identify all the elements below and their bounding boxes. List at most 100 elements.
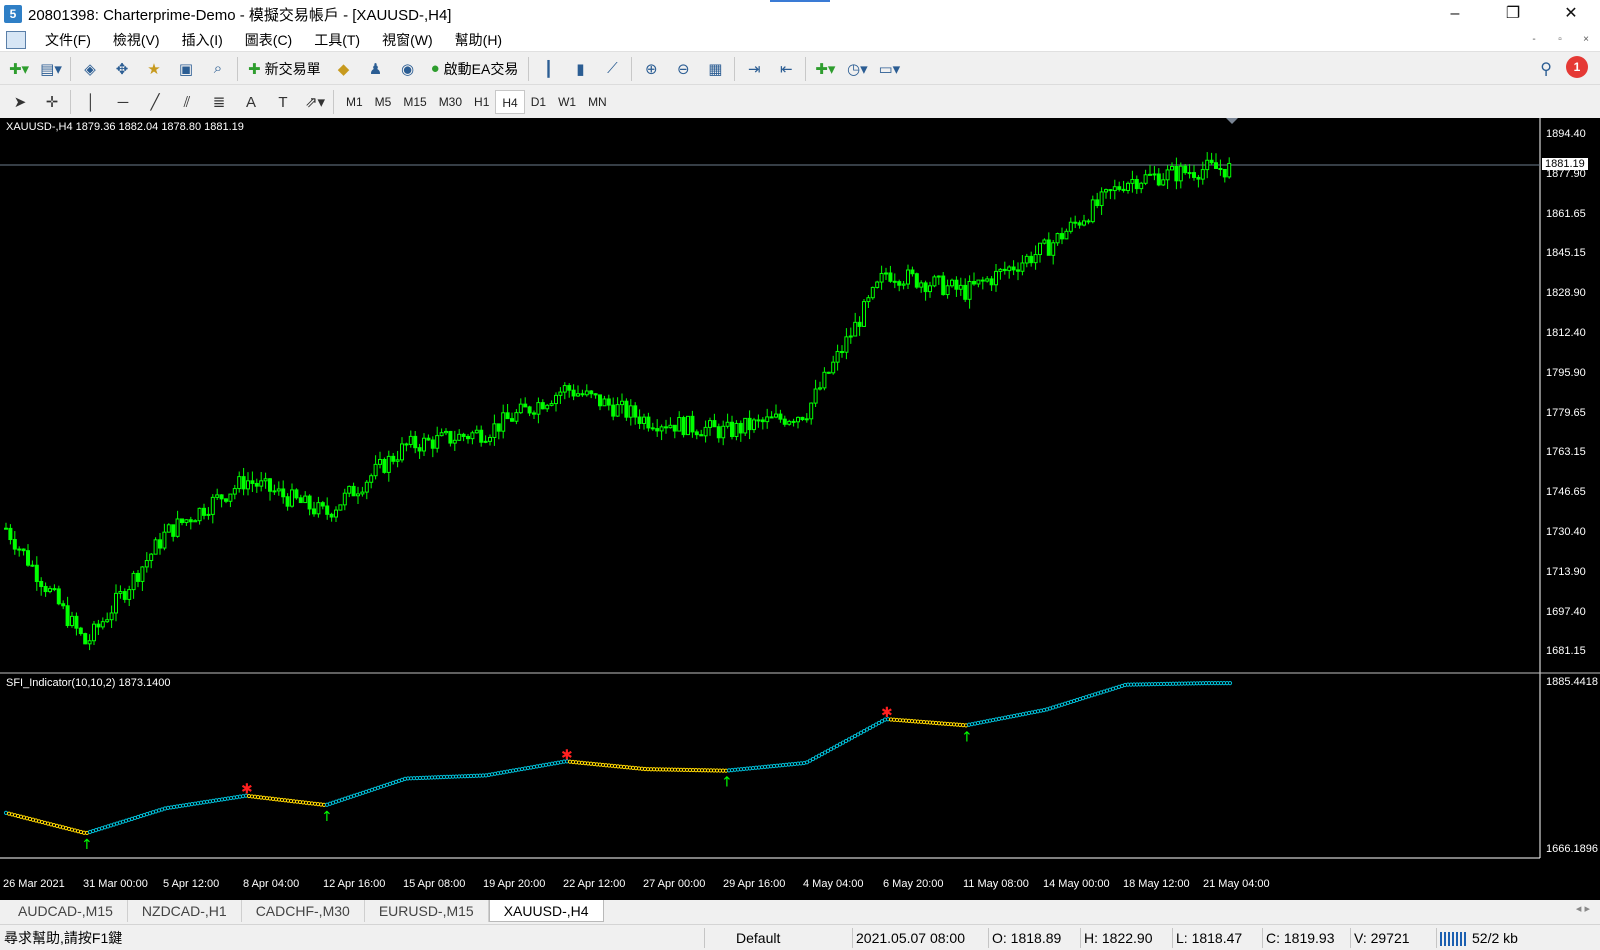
candle-body bbox=[1152, 173, 1157, 176]
metaeditor-icon[interactable]: ◆ bbox=[331, 56, 357, 82]
crosshair-icon[interactable]: ✛ bbox=[38, 93, 66, 111]
mdi-minimize-button[interactable]: - bbox=[1524, 31, 1544, 48]
candle-body bbox=[373, 463, 378, 477]
price-axis-label: 1795.90 bbox=[1546, 366, 1586, 379]
bar-chart-icon[interactable]: ┃ bbox=[535, 56, 561, 82]
chart-shift-icon[interactable]: ⇤ bbox=[773, 56, 799, 82]
mdi-close-button[interactable]: × bbox=[1576, 31, 1596, 48]
menu-file[interactable]: 文件(F) bbox=[34, 30, 102, 50]
arrows-icon[interactable]: ⇗▾ bbox=[301, 93, 329, 111]
candle-body bbox=[109, 612, 114, 621]
chart-window[interactable]: ↑ ✱ ↑ ✱ ↑ ✱ ↑ XAUUSD-,H4 1879.36 1882.04 1878.… bbox=[0, 118, 1600, 900]
timeframe-h1[interactable]: H1 bbox=[468, 90, 495, 114]
candle-body bbox=[747, 417, 752, 431]
new-chart-icon[interactable]: ✚▾ bbox=[6, 56, 32, 82]
indicators-icon[interactable]: ✚▾ bbox=[812, 56, 838, 82]
candle-body bbox=[1002, 268, 1007, 272]
zoom-out-icon[interactable]: ⊖ bbox=[670, 56, 696, 82]
timeframe-w1[interactable]: W1 bbox=[552, 90, 582, 114]
timeframe-h4[interactable]: H4 bbox=[495, 90, 525, 114]
fibonacci-icon[interactable]: ≣ bbox=[205, 93, 233, 111]
candle-body bbox=[197, 507, 202, 522]
tab-audcad[interactable]: AUDCAD-,M15 bbox=[4, 900, 128, 922]
zoom-in-icon[interactable]: ⊕ bbox=[638, 56, 664, 82]
candle-body bbox=[1095, 199, 1100, 207]
candle-body bbox=[232, 488, 237, 495]
search-icon[interactable]: ⚲ bbox=[1540, 59, 1552, 79]
signals-icon[interactable]: ♟ bbox=[363, 56, 389, 82]
date-axis-label: 19 Apr 20:00 bbox=[483, 878, 546, 890]
candle-body bbox=[664, 426, 668, 429]
data-window-icon[interactable]: ✥ bbox=[109, 56, 135, 82]
profiles-icon[interactable]: ▤▾ bbox=[38, 56, 64, 82]
terminal-icon[interactable]: ▣ bbox=[173, 56, 199, 82]
text-icon[interactable]: A bbox=[237, 94, 265, 111]
tab-cadchf[interactable]: CADCHF-,M30 bbox=[242, 900, 365, 922]
strategy-tester-icon[interactable]: ⌕ bbox=[205, 56, 231, 82]
timeframe-m5[interactable]: M5 bbox=[369, 90, 398, 114]
vertical-line-icon[interactable]: │ bbox=[77, 94, 105, 111]
date-axis-label: 18 May 12:00 bbox=[1123, 878, 1190, 890]
candle-body bbox=[813, 388, 818, 404]
timeframe-m1[interactable]: M1 bbox=[340, 90, 369, 114]
tab-nzdcad[interactable]: NZDCAD-,H1 bbox=[128, 900, 242, 922]
candle-body bbox=[985, 278, 990, 282]
status-datetime: 2021.05.07 08:00 bbox=[856, 930, 965, 946]
menu-window[interactable]: 視窗(W) bbox=[371, 30, 444, 50]
mdi-restore-button[interactable]: ▫ bbox=[1550, 31, 1570, 48]
channel-icon[interactable]: ⫽ bbox=[173, 94, 201, 111]
new-order-button[interactable]: ✚ 新交易單 bbox=[244, 56, 325, 82]
candle-body bbox=[633, 405, 638, 418]
candle-body bbox=[567, 385, 572, 391]
timeframe-d1[interactable]: D1 bbox=[525, 90, 552, 114]
timeframe-m30[interactable]: M30 bbox=[433, 90, 468, 114]
tile-windows-icon[interactable]: ▦ bbox=[702, 56, 728, 82]
candle-body bbox=[329, 513, 334, 518]
tab-scroll-arrows[interactable]: ◂ ▸ bbox=[1576, 902, 1590, 915]
candle-body bbox=[1134, 179, 1139, 190]
navigator-icon[interactable]: ★ bbox=[141, 56, 167, 82]
auto-scroll-icon[interactable]: ⇥ bbox=[741, 56, 767, 82]
candle-body bbox=[158, 539, 162, 549]
timeframe-mn[interactable]: MN bbox=[582, 90, 613, 114]
line-chart-icon[interactable]: ⟋ bbox=[599, 56, 625, 82]
menu-view[interactable]: 檢視(V) bbox=[102, 30, 171, 50]
candle-body bbox=[1051, 242, 1056, 256]
candle-body bbox=[1068, 221, 1073, 232]
document-icon[interactable] bbox=[6, 30, 26, 49]
radio-icon[interactable]: ◉ bbox=[395, 56, 421, 82]
tab-eurusd[interactable]: EURUSD-,M15 bbox=[365, 900, 489, 922]
candle-body bbox=[668, 424, 673, 429]
candle-body bbox=[334, 509, 338, 518]
menu-help[interactable]: 幫助(H) bbox=[444, 30, 513, 50]
horizontal-line-icon[interactable]: ─ bbox=[109, 94, 137, 111]
close-button[interactable]: ✕ bbox=[1542, 0, 1600, 28]
candle-body bbox=[703, 426, 708, 437]
buy-signal-arrow: ↑ bbox=[721, 775, 733, 791]
candle-body bbox=[254, 482, 259, 487]
text-label-icon[interactable]: T bbox=[269, 94, 297, 111]
candlestick-icon[interactable]: ▮ bbox=[567, 56, 593, 82]
autotrading-button[interactable]: ● 啟動EA交易 bbox=[427, 56, 523, 82]
periods-icon[interactable]: ◷▾ bbox=[844, 56, 870, 82]
sell-signal-arrow: ✱ bbox=[561, 747, 573, 763]
minimize-button[interactable]: – bbox=[1426, 0, 1484, 28]
tab-xauusd[interactable]: XAUUSD-,H4 bbox=[488, 900, 604, 922]
templates-icon[interactable]: ▭▾ bbox=[876, 56, 902, 82]
price-axis-label: 1779.65 bbox=[1546, 406, 1586, 419]
menu-tools[interactable]: 工具(T) bbox=[303, 30, 371, 50]
timeframe-m15[interactable]: M15 bbox=[397, 90, 432, 114]
candle-body bbox=[765, 416, 770, 423]
menu-insert[interactable]: 插入(I) bbox=[171, 30, 234, 50]
restore-button[interactable]: ❐ bbox=[1484, 0, 1542, 28]
market-watch-icon[interactable]: ◈ bbox=[77, 56, 103, 82]
candle-body bbox=[144, 560, 149, 568]
trendline-icon[interactable]: ╱ bbox=[141, 93, 169, 111]
cursor-icon[interactable]: ➤ bbox=[6, 93, 34, 111]
candle-body bbox=[43, 586, 48, 593]
candle-body bbox=[584, 390, 589, 396]
menu-charts[interactable]: 圖表(C) bbox=[234, 30, 303, 50]
chart-canvas[interactable]: ↑ ✱ ↑ ✱ ↑ ✱ ↑ bbox=[0, 118, 1600, 900]
chart-tabs: AUDCAD-,M15 NZDCAD-,H1 CADCHF-,M30 EURUS… bbox=[0, 900, 1600, 922]
notification-badge[interactable]: 1 bbox=[1566, 56, 1588, 78]
